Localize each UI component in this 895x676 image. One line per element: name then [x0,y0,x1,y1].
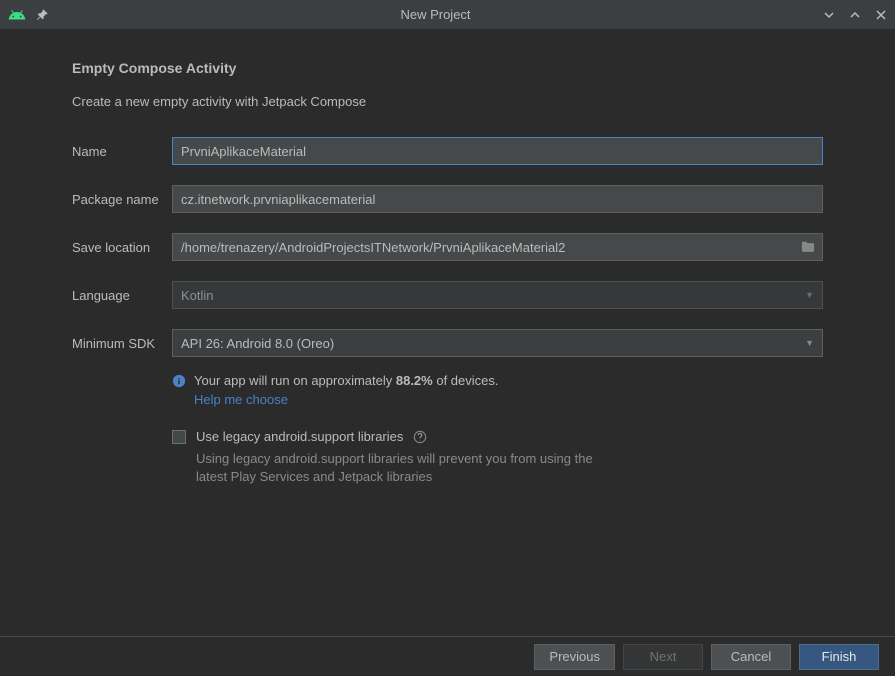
help-choose-link[interactable]: Help me choose [194,392,823,407]
title-bar: New Project [0,0,895,30]
chevron-down-icon: ▼ [805,338,814,348]
page-heading: Empty Compose Activity [72,60,823,76]
browse-folder-icon[interactable] [801,240,815,254]
cancel-button[interactable]: Cancel [711,644,791,670]
location-row: Save location [72,233,823,261]
package-label: Package name [72,192,172,207]
location-input[interactable] [172,233,823,261]
sdk-row: Minimum SDK API 26: Android 8.0 (Oreo) ▼ [72,329,823,357]
package-row: Package name [72,185,823,213]
language-label: Language [72,288,172,303]
language-value: Kotlin [181,288,214,303]
package-input[interactable] [172,185,823,213]
dialog-content: Empty Compose Activity Create a new empt… [0,30,895,506]
language-select: Kotlin ▼ [172,281,823,309]
sdk-value: API 26: Android 8.0 (Oreo) [181,336,334,351]
info-icon [172,374,186,388]
finish-button[interactable]: Finish [799,644,879,670]
maximize-button[interactable] [849,9,861,21]
sdk-label: Minimum SDK [72,336,172,351]
legacy-checkbox[interactable] [172,430,186,444]
help-icon[interactable] [413,430,427,444]
legacy-section: Use legacy android.support libraries Usi… [172,429,823,486]
chevron-down-icon: ▼ [805,290,814,300]
sdk-info: Your app will run on approximately 88.2%… [172,373,823,407]
next-button: Next [623,644,703,670]
android-icon [8,6,26,24]
legacy-label: Use legacy android.support libraries [196,429,403,444]
language-row: Language Kotlin ▼ [72,281,823,309]
page-subheading: Create a new empty activity with Jetpack… [72,94,823,109]
name-input[interactable] [172,137,823,165]
name-label: Name [72,144,172,159]
device-coverage-text: Your app will run on approximately 88.2%… [194,373,499,388]
location-label: Save location [72,240,172,255]
close-button[interactable] [875,9,887,21]
name-row: Name [72,137,823,165]
window-title: New Project [48,7,823,22]
dialog-footer: Previous Next Cancel Finish [0,636,895,676]
sdk-select[interactable]: API 26: Android 8.0 (Oreo) ▼ [172,329,823,357]
legacy-hint: Using legacy android.support libraries w… [196,450,626,486]
minimize-button[interactable] [823,9,835,21]
previous-button[interactable]: Previous [534,644,615,670]
pin-icon[interactable] [36,9,48,21]
